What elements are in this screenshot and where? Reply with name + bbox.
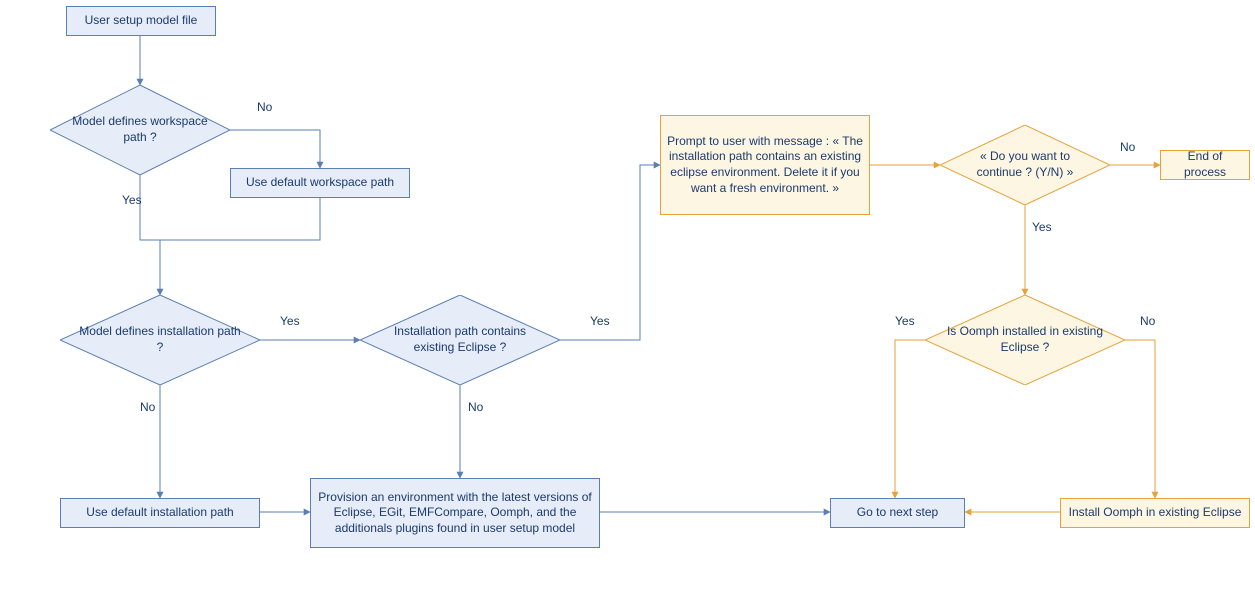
- node-start: User setup model file: [66, 6, 216, 36]
- node-decision-workspace: Model defines workspace path ?: [50, 85, 230, 175]
- node-decision-continue: « Do you want to continue ? (Y/N) »: [940, 125, 1110, 205]
- node-end: End of process: [1160, 150, 1250, 180]
- label-oomph-no: No: [1140, 314, 1155, 328]
- node-use-default-install: Use default installation path: [60, 498, 260, 528]
- node-decision-existing: Installation path contains existing Ecli…: [360, 295, 560, 385]
- node-prompt: Prompt to user with message : « The inst…: [660, 115, 870, 215]
- node-decision-workspace-text: Model defines workspace path ?: [50, 114, 230, 145]
- node-goto-next: Go to next step: [830, 498, 965, 528]
- node-provision: Provision an environment with the latest…: [310, 478, 600, 548]
- label-workspace-no: No: [257, 100, 272, 114]
- label-workspace-yes: Yes: [122, 193, 142, 207]
- label-existing-no: No: [468, 400, 483, 414]
- node-use-default-workspace: Use default workspace path: [230, 168, 410, 198]
- label-continue-no: No: [1120, 140, 1135, 154]
- node-decision-oomph: Is Oomph installed in existing Eclipse ?: [925, 295, 1125, 385]
- label-continue-yes: Yes: [1032, 220, 1052, 234]
- node-decision-existing-text: Installation path contains existing Ecli…: [360, 324, 560, 355]
- label-existing-yes: Yes: [590, 314, 610, 328]
- label-oomph-yes: Yes: [895, 314, 915, 328]
- label-install-yes: Yes: [280, 314, 300, 328]
- node-decision-continue-text: « Do you want to continue ? (Y/N) »: [940, 149, 1110, 180]
- node-decision-install: Model defines installation path ?: [60, 295, 260, 385]
- label-install-no: No: [140, 400, 155, 414]
- node-install-oomph: Install Oomph in existing Eclipse: [1060, 498, 1250, 528]
- node-decision-install-text: Model defines installation path ?: [60, 324, 260, 355]
- node-decision-oomph-text: Is Oomph installed in existing Eclipse ?: [925, 324, 1125, 355]
